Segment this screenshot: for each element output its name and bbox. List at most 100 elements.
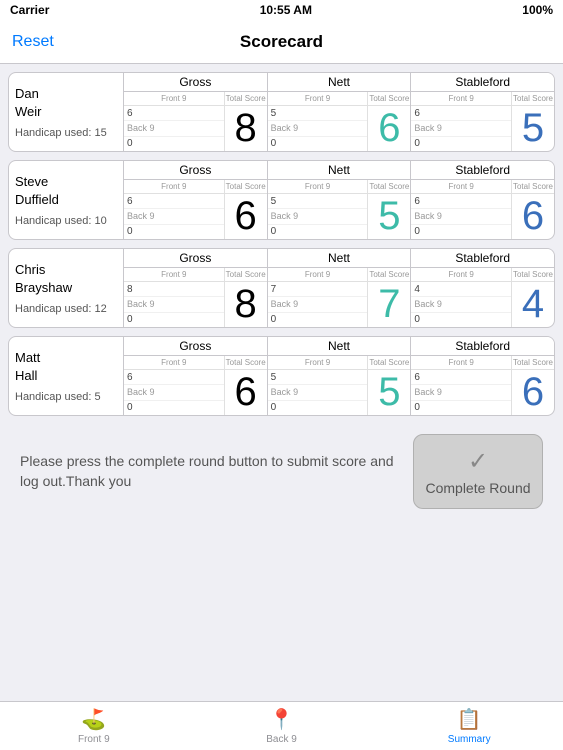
- tab-front-9[interactable]: ⛳ Front 9: [0, 702, 188, 750]
- front-val-row: 6: [411, 194, 511, 208]
- front-val-row: 6: [124, 194, 224, 208]
- front-val: 5: [271, 108, 277, 119]
- front-val: 5: [271, 372, 277, 383]
- player-info: ChrisBrayshaw Handicap used: 12: [9, 249, 124, 327]
- front-val: 8: [127, 284, 133, 295]
- total-col: Total Score 5: [368, 356, 410, 415]
- section-body-stableford: Front 9 6 Back 9 0 Total Score: [411, 92, 554, 151]
- total-val: 5: [522, 106, 544, 151]
- front-col: Front 9 4 Back 9 0: [411, 268, 512, 327]
- back-label: Back 9: [414, 299, 442, 309]
- back-val: 0: [414, 402, 420, 413]
- total-col: Total Score 5: [512, 92, 554, 151]
- back-val-row: 0: [268, 312, 368, 327]
- tab-back-9[interactable]: 📍 Back 9: [188, 702, 376, 750]
- total-val: 7: [378, 282, 400, 327]
- total-label: Total Score: [512, 180, 554, 194]
- front-label: Front 9: [411, 268, 511, 282]
- total-label: Total Score: [225, 356, 267, 370]
- front-col: Front 9 7 Back 9 0: [268, 268, 369, 327]
- content-scroll[interactable]: DanWeir Handicap used: 15 Gross Front 9 …: [0, 64, 563, 701]
- back-label-row: Back 9: [411, 384, 511, 399]
- tab-icon-1: 📍: [269, 707, 294, 732]
- score-sections: Gross Front 9 6 Back 9 0: [124, 337, 554, 415]
- back-val-row: 0: [411, 136, 511, 151]
- tab-icon-0: ⛳: [81, 707, 106, 732]
- player-handicap: Handicap used: 12: [15, 303, 117, 315]
- back-val-row: 0: [124, 136, 224, 151]
- front-label: Front 9: [268, 356, 368, 370]
- section-nett: Nett Front 9 7 Back 9 0: [267, 249, 411, 327]
- back-label-row: Back 9: [124, 296, 224, 311]
- total-col: Total Score 5: [368, 180, 410, 239]
- back-label: Back 9: [127, 211, 155, 221]
- carrier-label: Carrier: [10, 3, 49, 17]
- back-val: 0: [414, 138, 420, 149]
- back-label-row: Back 9: [268, 120, 368, 135]
- nav-bar: Reset Scorecard: [0, 20, 563, 64]
- reset-button[interactable]: Reset: [12, 33, 54, 51]
- back-val-row: 0: [124, 224, 224, 239]
- section-stableford: Stableford Front 9 4 Back 9 0: [410, 249, 554, 327]
- back-label-row: Back 9: [124, 120, 224, 135]
- total-label: Total Score: [512, 268, 554, 282]
- section-body-stableford: Front 9 4 Back 9 0 Total Score: [411, 268, 554, 327]
- back-label-row: Back 9: [411, 120, 511, 135]
- player-info: MattHall Handicap used: 5: [9, 337, 124, 415]
- player-info: SteveDuffield Handicap used: 10: [9, 161, 124, 239]
- back-label: Back 9: [414, 211, 442, 221]
- total-col: Total Score 6: [512, 180, 554, 239]
- player-name: MattHall: [15, 349, 117, 385]
- player-name: ChrisBrayshaw: [15, 261, 117, 297]
- section-stableford: Stableford Front 9 6 Back 9 0: [410, 161, 554, 239]
- tab-label-2: Summary: [448, 734, 491, 745]
- section-title-stableford: Stableford: [411, 249, 554, 268]
- section-title-gross: Gross: [124, 73, 267, 92]
- time-label: 10:55 AM: [260, 3, 312, 17]
- total-label: Total Score: [225, 92, 267, 106]
- section-nett: Nett Front 9 5 Back 9 0: [267, 337, 411, 415]
- front-val: 6: [127, 372, 133, 383]
- total-label: Total Score: [512, 356, 554, 370]
- back-label-row: Back 9: [268, 296, 368, 311]
- total-val: 8: [235, 282, 257, 327]
- back-label: Back 9: [271, 299, 299, 309]
- section-nett: Nett Front 9 5 Back 9 0: [267, 73, 411, 151]
- total-val: 6: [378, 106, 400, 151]
- player-card: ChrisBrayshaw Handicap used: 12 Gross Fr…: [8, 248, 555, 328]
- front-val: 6: [414, 196, 420, 207]
- complete-round-button[interactable]: ✓ Complete Round: [413, 434, 543, 509]
- back-val: 0: [271, 226, 277, 237]
- back-val: 0: [414, 226, 420, 237]
- front-label: Front 9: [411, 92, 511, 106]
- back-label-row: Back 9: [411, 208, 511, 223]
- front-label: Front 9: [124, 180, 224, 194]
- front-val-row: 8: [124, 282, 224, 296]
- section-body-gross: Front 9 6 Back 9 0 Total Score: [124, 356, 267, 415]
- back-val: 0: [271, 314, 277, 325]
- section-stableford: Stableford Front 9 6 Back 9 0: [410, 337, 554, 415]
- front-val: 6: [127, 108, 133, 119]
- section-body-stableford: Front 9 6 Back 9 0 Total Score: [411, 356, 554, 415]
- front-col: Front 9 8 Back 9 0: [124, 268, 225, 327]
- total-col: Total Score 6: [512, 356, 554, 415]
- total-label: Total Score: [512, 92, 554, 106]
- front-val-row: 5: [268, 106, 368, 120]
- section-body-gross: Front 9 6 Back 9 0 Total Score: [124, 92, 267, 151]
- back-val-row: 0: [124, 312, 224, 327]
- section-gross: Gross Front 9 6 Back 9 0: [124, 161, 267, 239]
- total-label: Total Score: [368, 92, 410, 106]
- front-rows: 8 Back 9 0: [124, 282, 224, 327]
- front-val-row: 7: [268, 282, 368, 296]
- front-val-row: 6: [411, 370, 511, 384]
- total-val: 8: [235, 106, 257, 151]
- back-val-row: 0: [268, 224, 368, 239]
- total-label: Total Score: [368, 180, 410, 194]
- front-val: 6: [127, 196, 133, 207]
- total-label: Total Score: [225, 180, 267, 194]
- nav-title: Scorecard: [240, 32, 323, 52]
- total-val: 6: [235, 370, 257, 415]
- section-title-nett: Nett: [268, 73, 411, 92]
- tab-summary[interactable]: 📋 Summary: [375, 702, 563, 750]
- front-rows: 6 Back 9 0: [124, 370, 224, 415]
